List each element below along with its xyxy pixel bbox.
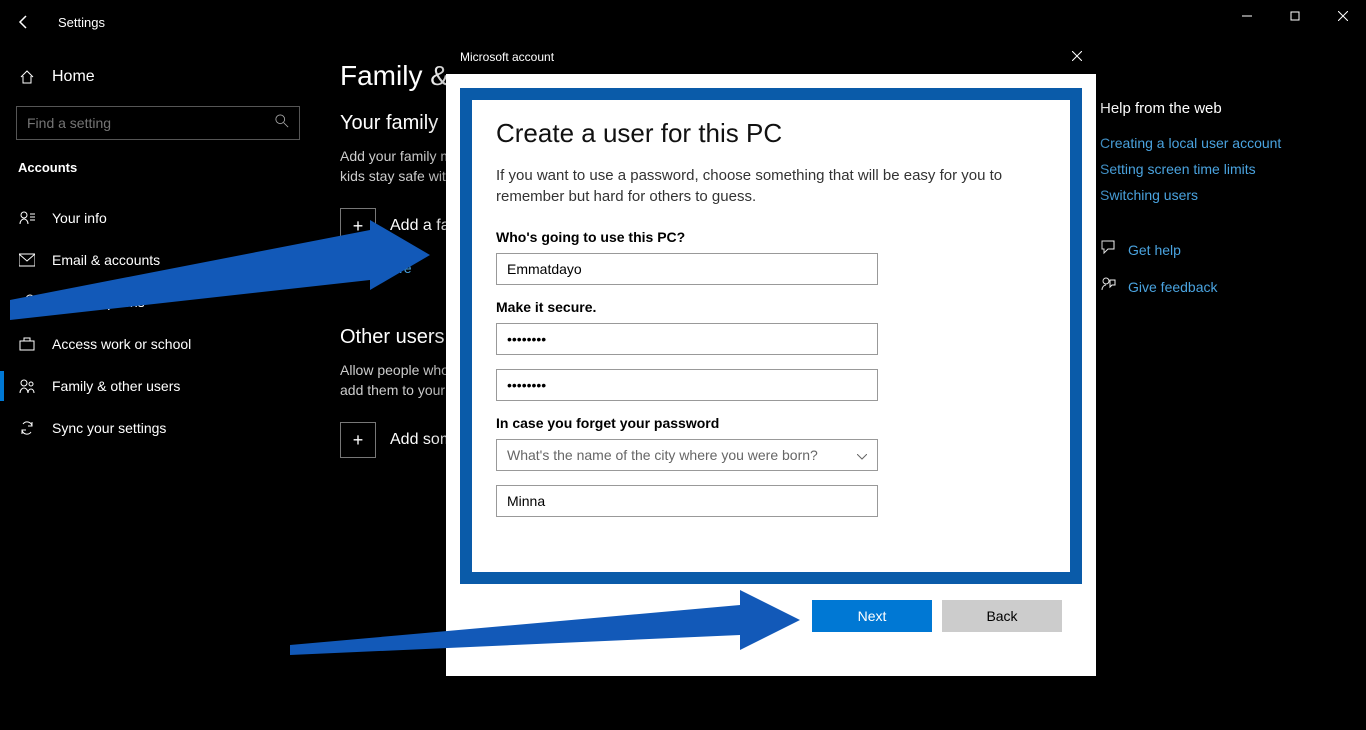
confirm-password-field[interactable] xyxy=(496,369,878,401)
back-icon[interactable] xyxy=(14,12,34,32)
help-link-local-user[interactable]: Creating a local user account xyxy=(1100,135,1330,151)
sidebar-item-label: Family & other users xyxy=(52,378,180,394)
maximize-button[interactable] xyxy=(1272,0,1318,32)
user-icon xyxy=(18,209,36,227)
help-link-screen-time[interactable]: Setting screen time limits xyxy=(1100,161,1330,177)
key-icon xyxy=(18,293,36,311)
question-username: Who's going to use this PC? xyxy=(496,229,1046,245)
username-field[interactable] xyxy=(496,253,878,285)
dialog-title: Microsoft account xyxy=(460,50,554,64)
give-feedback-link[interactable]: Give feedback xyxy=(1100,276,1330,297)
sidebar-item-family[interactable]: Family & other users xyxy=(0,365,316,407)
chat-icon xyxy=(1100,239,1116,260)
dialog-desc: If you want to use a password, choose so… xyxy=(496,165,1046,207)
give-feedback-label: Give feedback xyxy=(1128,279,1218,295)
home-icon xyxy=(18,68,36,86)
sync-icon xyxy=(18,419,36,437)
plus-icon: + xyxy=(340,422,376,458)
search-input-wrap[interactable] xyxy=(16,106,300,140)
get-help-label: Get help xyxy=(1128,242,1181,258)
search-input[interactable] xyxy=(27,115,275,131)
sidebar-item-signin[interactable]: Sign-in options xyxy=(0,281,316,323)
sidebar-item-label: Email & accounts xyxy=(52,252,160,268)
question-password: Make it secure. xyxy=(496,299,1046,315)
sidebar: Home Accounts Your info Email & accounts… xyxy=(0,44,316,730)
microsoft-account-dialog: Microsoft account Create a user for this… xyxy=(446,40,1096,676)
dialog-close-icon[interactable] xyxy=(1072,50,1082,64)
help-title: Help from the web xyxy=(1100,100,1330,117)
sidebar-item-sync[interactable]: Sync your settings xyxy=(0,407,316,449)
briefcase-icon xyxy=(18,335,36,353)
sidebar-item-label: Your info xyxy=(52,210,107,226)
security-question-value: What's the name of the city where you we… xyxy=(507,447,818,463)
plus-icon: + xyxy=(340,208,376,244)
confirm-password-input[interactable] xyxy=(507,377,867,393)
sidebar-item-email[interactable]: Email & accounts xyxy=(0,239,316,281)
help-link-switching[interactable]: Switching users xyxy=(1100,187,1330,203)
sidebar-item-label: Sign-in options xyxy=(52,294,145,310)
sidebar-item-work[interactable]: Access work or school xyxy=(0,323,316,365)
security-answer-input[interactable] xyxy=(507,493,867,509)
password-field[interactable] xyxy=(496,323,878,355)
next-button[interactable]: Next xyxy=(812,600,932,632)
family-icon xyxy=(18,377,36,395)
back-button[interactable]: Back xyxy=(942,600,1062,632)
mail-icon xyxy=(18,251,36,269)
help-panel: Help from the web Creating a local user … xyxy=(1100,100,1330,313)
sidebar-home-label: Home xyxy=(52,68,95,86)
username-input[interactable] xyxy=(507,261,867,277)
password-input[interactable] xyxy=(507,331,867,347)
get-help-link[interactable]: Get help xyxy=(1100,239,1330,260)
sidebar-item-your-info[interactable]: Your info xyxy=(0,197,316,239)
minimize-button[interactable] xyxy=(1224,0,1270,32)
sidebar-item-label: Sync your settings xyxy=(52,420,166,436)
feedback-icon xyxy=(1100,276,1116,297)
close-button[interactable] xyxy=(1320,0,1366,32)
dialog-heading: Create a user for this PC xyxy=(496,118,1046,149)
sidebar-item-label: Access work or school xyxy=(52,336,191,352)
app-title: Settings xyxy=(58,15,105,30)
sidebar-home[interactable]: Home xyxy=(0,60,316,94)
question-security: In case you forget your password xyxy=(496,415,1046,431)
sidebar-section-label: Accounts xyxy=(0,160,316,175)
security-answer-field[interactable] xyxy=(496,485,878,517)
chevron-down-icon xyxy=(857,447,867,463)
search-icon xyxy=(275,114,289,133)
security-question-select[interactable]: What's the name of the city where you we… xyxy=(496,439,878,471)
